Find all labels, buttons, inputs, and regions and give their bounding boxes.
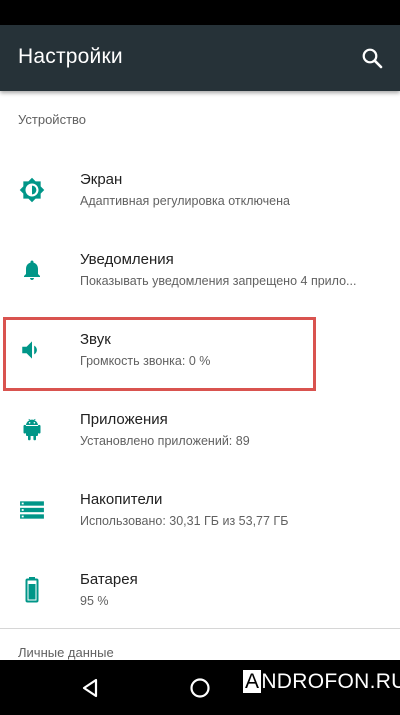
section-divider xyxy=(0,628,400,629)
settings-item-notifications[interactable]: Уведомления Показывать уведомления запре… xyxy=(0,230,400,310)
page-title: Настройки xyxy=(18,45,123,68)
bell-icon xyxy=(18,256,46,284)
settings-item-summary: Громкость звонка: 0 % xyxy=(80,354,211,368)
settings-item-battery[interactable]: Батарея 95 % xyxy=(0,550,400,630)
settings-item-title: Уведомления xyxy=(80,251,174,268)
android-icon xyxy=(18,416,46,444)
watermark-text: NDROFON.RU xyxy=(261,670,400,693)
storage-icon xyxy=(18,496,46,524)
settings-item-apps[interactable]: Приложения Установлено приложений: 89 xyxy=(0,390,400,470)
watermark: ANDROFON.RU xyxy=(240,667,400,697)
back-icon[interactable] xyxy=(79,677,101,699)
watermark-first-letter: A xyxy=(243,670,262,693)
battery-icon xyxy=(18,576,46,604)
search-icon[interactable] xyxy=(360,46,384,70)
settings-list: Устройство Экран Адаптивная регулировка … xyxy=(0,91,400,660)
settings-item-sound[interactable]: Звук Громкость звонка: 0 % xyxy=(0,310,400,390)
section-header-device: Устройство xyxy=(18,112,87,127)
settings-item-title: Приложения xyxy=(80,411,168,428)
back-button[interactable] xyxy=(72,670,108,706)
settings-item-summary: Использовано: 30,31 ГБ из 53,77 ГБ xyxy=(80,514,289,528)
app-bar: Настройки xyxy=(0,25,400,91)
home-button[interactable] xyxy=(182,670,218,706)
settings-item-summary: Установлено приложений: 89 xyxy=(80,434,250,448)
settings-item-summary: Адаптивная регулировка отключена xyxy=(80,194,290,208)
settings-item-title: Накопители xyxy=(80,491,163,508)
settings-item-summary: Показывать уведомления запрещено 4 прило… xyxy=(80,274,357,288)
settings-item-storage[interactable]: Накопители Использовано: 30,31 ГБ из 53,… xyxy=(0,470,400,550)
search-button[interactable] xyxy=(356,42,388,74)
status-bar xyxy=(0,0,400,25)
settings-item-display[interactable]: Экран Адаптивная регулировка отключена xyxy=(0,150,400,230)
volume-icon xyxy=(18,336,46,364)
settings-item-title: Звук xyxy=(80,331,111,348)
settings-item-summary: 95 % xyxy=(80,594,109,608)
settings-item-title: Батарея xyxy=(80,571,138,588)
section-header-personal: Личные данные xyxy=(18,645,114,660)
brightness-icon xyxy=(18,176,46,204)
settings-item-title: Экран xyxy=(80,171,123,188)
home-icon[interactable] xyxy=(189,677,211,699)
